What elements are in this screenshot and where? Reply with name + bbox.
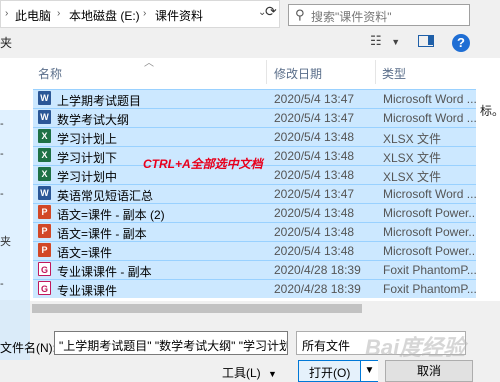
view-grid-icon: ☷ — [370, 33, 382, 48]
excel-icon: X — [38, 129, 51, 143]
navigation-pane[interactable]: - - - 夹 - — [0, 58, 30, 360]
foxit-pdf-icon: G — [38, 281, 51, 295]
nav-item[interactable]: - — [0, 188, 4, 200]
file-row[interactable]: W 上学期考试题目 2020/5/4 13:47 Microsoft Word … — [33, 89, 477, 108]
breadcrumb-item-this-pc[interactable]: 此电脑 — [15, 7, 51, 24]
file-row[interactable]: P 语文=课件 - 副本 (2) 2020/5/4 13:48 Microsof… — [33, 203, 479, 222]
file-name: 学习计划上 — [57, 132, 118, 146]
file-name: 英语常见短语汇总 — [57, 189, 154, 203]
breadcrumb-chevron-icon[interactable]: › — [143, 8, 146, 19]
file-name: 语文=课件 — [57, 246, 113, 260]
nav-item[interactable]: 夹 — [0, 233, 11, 249]
file-type: XLSX 文件 — [383, 170, 442, 184]
file-type-filter-value: 所有文件 — [302, 339, 351, 353]
tutorial-annotation: CTRL+A全部选中文档 — [143, 157, 263, 171]
nav-item[interactable]: - — [0, 148, 4, 160]
file-type: Microsoft Power... — [383, 225, 479, 239]
file-type: Microsoft Power... — [383, 244, 479, 258]
file-name: 学习计划下 — [57, 151, 118, 165]
cancel-button[interactable]: 取消 — [385, 360, 473, 382]
file-row[interactable]: P 语文=课件 - 副本 2020/5/4 13:48 Microsoft Po… — [33, 222, 479, 241]
column-divider[interactable] — [375, 60, 376, 84]
nav-item[interactable]: - — [0, 278, 4, 290]
file-date: 2020/5/4 13:48 — [274, 225, 355, 239]
file-date: 2020/5/4 13:48 — [274, 168, 355, 182]
file-type: Foxit PhantomP... — [383, 263, 477, 277]
nav-item[interactable]: - — [0, 118, 4, 130]
file-date: 2020/5/4 13:48 — [274, 206, 355, 220]
background-text: 标。 — [480, 104, 500, 118]
address-bar[interactable]: › 此电脑 › 本地磁盘 (E:) › 课件资料 ⌄ — [0, 0, 280, 28]
breadcrumb-chevron-icon[interactable]: › — [57, 8, 60, 19]
word-icon: W — [38, 91, 51, 105]
file-type: Microsoft Word ... — [383, 187, 477, 201]
file-name: 语文=课件 - 副本 (2) — [57, 208, 165, 222]
chevron-down-icon: ▼ — [268, 369, 277, 379]
file-date: 2020/5/4 13:48 — [274, 244, 355, 258]
file-date: 2020/5/4 13:48 — [274, 149, 355, 163]
search-placeholder: 搜索"课件资料" — [311, 10, 392, 24]
toolbar-left-label[interactable]: 夹 — [0, 34, 12, 51]
breadcrumb-chevron-icon: › — [5, 8, 9, 19]
excel-icon: X — [38, 148, 51, 162]
open-split-dropdown-icon[interactable]: ▼ — [360, 361, 378, 381]
breadcrumb-item-courseware[interactable]: 课件资料 — [155, 7, 203, 24]
file-name: 上学期考试题目 — [57, 94, 142, 108]
file-date: 2020/5/4 13:47 — [274, 111, 355, 125]
powerpoint-icon: P — [38, 205, 51, 219]
file-row[interactable]: P 语文=课件 2020/5/4 13:48 Microsoft Power..… — [33, 241, 479, 260]
file-row[interactable]: W 数学考试大纲 2020/5/4 13:47 Microsoft Word .… — [33, 108, 477, 127]
view-options-button[interactable]: ☷ ▼ — [370, 33, 408, 53]
file-date: 2020/5/4 13:47 — [274, 187, 355, 201]
file-row[interactable]: X 学习计划上 2020/5/4 13:48 XLSX 文件 — [33, 127, 476, 146]
file-row[interactable]: G 专业课课件 2020/4/28 18:39 Foxit PhantomP..… — [33, 279, 477, 298]
column-divider[interactable] — [266, 60, 267, 84]
open-button-label: 打开(O) — [309, 366, 351, 380]
file-type: XLSX 文件 — [383, 151, 442, 165]
file-type: Microsoft Power... — [383, 206, 479, 220]
filename-label: 文件名(N): — [0, 341, 56, 355]
scrollbar-thumb[interactable] — [32, 304, 362, 313]
search-icon: ⚲ — [295, 7, 305, 22]
file-name: 学习计划中 — [57, 170, 118, 184]
background-window-strip: 标。 — [476, 58, 500, 301]
file-name: 专业课课件 — [57, 284, 118, 298]
file-row[interactable]: W 英语常见短语汇总 2020/5/4 13:47 Microsoft Word… — [33, 184, 477, 203]
tools-label: 工具(L) — [222, 366, 261, 380]
file-type: XLSX 文件 — [383, 132, 442, 146]
file-type: Microsoft Word ... — [383, 111, 477, 125]
file-row[interactable]: G 专业课课件 - 副本 2020/4/28 18:39 Foxit Phant… — [33, 260, 477, 279]
help-icon[interactable]: ? — [452, 34, 470, 52]
preview-pane-icon[interactable] — [418, 35, 434, 47]
refresh-icon[interactable]: ⟳ — [265, 3, 280, 23]
sort-ascending-icon: ︿ — [144, 58, 154, 69]
file-type: Foxit PhantomP... — [383, 282, 477, 296]
foxit-pdf-icon: G — [38, 262, 51, 276]
excel-icon: X — [38, 167, 51, 181]
file-name: 专业课课件 - 副本 — [57, 265, 152, 279]
tools-button[interactable]: 工具(L) ▼ — [222, 364, 277, 381]
file-date: 2020/5/4 13:48 — [274, 130, 355, 144]
powerpoint-icon: P — [38, 243, 51, 257]
file-date: 2020/5/4 13:47 — [274, 92, 355, 106]
horizontal-scrollbar[interactable] — [30, 301, 476, 316]
file-name: 语文=课件 - 副本 — [57, 227, 147, 241]
file-date: 2020/4/28 18:39 — [274, 282, 361, 296]
filename-dropdown-icon[interactable]: ⌄ — [270, 337, 278, 348]
word-icon: W — [38, 186, 51, 200]
search-input[interactable]: ⚲ 搜索"课件资料" — [288, 4, 470, 26]
filename-input[interactable]: "上学期考试题目" "数学考试大纲" "学习计划 — [54, 331, 288, 355]
file-date: 2020/4/28 18:39 — [274, 263, 361, 277]
filename-value: "上学期考试题目" "数学考试大纲" "学习计划 — [59, 339, 288, 353]
watermark-logo: Bai度经验 — [365, 335, 466, 360]
file-list[interactable]: ︿ 名称 修改日期 类型 W 上学期考试题目 2020/5/4 13:47 Mi… — [30, 58, 479, 301]
breadcrumb-item-local-disk[interactable]: 本地磁盘 (E:) — [69, 7, 140, 24]
file-name: 数学考试大纲 — [57, 113, 130, 127]
word-icon: W — [38, 110, 51, 124]
powerpoint-icon: P — [38, 224, 51, 238]
chevron-down-icon: ▼ — [391, 37, 401, 47]
file-type: Microsoft Word ... — [383, 92, 477, 106]
